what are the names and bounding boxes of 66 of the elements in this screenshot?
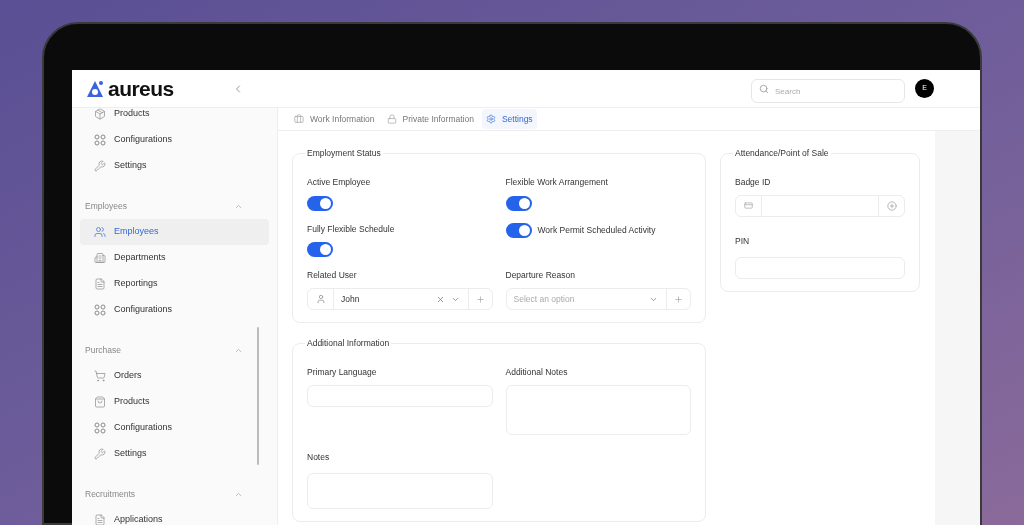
- brand-name: aureus: [108, 78, 174, 99]
- field-label: Departure Reason: [505, 269, 576, 282]
- group-title: Employees: [85, 199, 128, 213]
- document-icon: [94, 278, 106, 290]
- wrench-icon: [94, 448, 106, 460]
- sidebar-item[interactable]: Settings: [80, 441, 269, 467]
- select-field[interactable]: John: [307, 288, 493, 310]
- toggle-switch[interactable]: [307, 195, 333, 211]
- add-icon[interactable]: [674, 294, 683, 304]
- user-icon: [315, 294, 326, 304]
- group-title: Purchase: [85, 343, 121, 357]
- sidebar-item[interactable]: Employees: [80, 219, 269, 245]
- settings-icon: [485, 114, 496, 124]
- tab[interactable]: Work Information: [290, 109, 379, 129]
- field-label: PIN: [735, 235, 750, 246]
- building-icon: [94, 252, 106, 264]
- sidebar-item[interactable]: Configurations: [80, 415, 269, 441]
- add-icon[interactable]: [886, 200, 897, 211]
- field-label: Flexible Work Arrangement: [505, 175, 608, 189]
- sidebar-item[interactable]: Settings: [80, 153, 269, 179]
- box-icon: [94, 108, 106, 120]
- bag-icon: [94, 396, 106, 408]
- sidebar-item[interactable]: Applications: [80, 507, 269, 525]
- card-icon: [744, 201, 753, 210]
- sidebar-item[interactable]: Products: [80, 389, 269, 415]
- grid-icon: [94, 134, 106, 146]
- grid-icon: [94, 304, 106, 316]
- field-label: Additional Notes: [505, 365, 569, 379]
- group-title: Recruitments: [85, 487, 136, 501]
- field-label: Primary Language: [307, 365, 378, 379]
- section-title: Attendance/Point of Sale: [734, 147, 830, 160]
- wrench-icon: [94, 160, 106, 172]
- sidebar-item[interactable]: Configurations: [80, 127, 269, 153]
- field-label: Fully Flexible Schedule: [307, 222, 395, 236]
- sidebar-item[interactable]: Orders: [80, 363, 269, 389]
- lock-icon: [386, 114, 397, 124]
- search-icon: [759, 83, 769, 94]
- select-value: John: [341, 292, 360, 306]
- tab[interactable]: Settings: [481, 109, 537, 129]
- section-title: Additional Information: [306, 337, 391, 350]
- document-icon: [94, 514, 106, 525]
- input-field[interactable]: [735, 194, 905, 217]
- field-label: Badge ID: [735, 175, 772, 189]
- tab[interactable]: Private Information: [382, 109, 478, 129]
- toggle-switch[interactable]: [505, 222, 532, 238]
- grid-icon: [94, 422, 106, 434]
- logo-icon: [85, 78, 105, 99]
- scrollbar[interactable]: [257, 327, 259, 465]
- field-label: Active Employee: [307, 175, 371, 189]
- select-placeholder: Select an option: [513, 292, 575, 306]
- field-label: Notes: [307, 451, 330, 462]
- field-label: Related User: [307, 269, 358, 282]
- sidebar-item[interactable]: Departments: [80, 245, 269, 271]
- field-label: Work Permit Scheduled Activity: [537, 223, 656, 237]
- briefcase-icon: [294, 114, 304, 124]
- search-field[interactable]: Search: [751, 79, 905, 103]
- toggle-switch[interactable]: [307, 242, 333, 258]
- add-icon[interactable]: [475, 294, 485, 304]
- clear-icon[interactable]: [435, 294, 445, 304]
- users-icon: [94, 226, 106, 238]
- sidebar-item[interactable]: Reportings: [80, 271, 269, 297]
- section-title: Employment Status: [306, 147, 382, 160]
- sidebar-item[interactable]: Configurations: [80, 297, 269, 323]
- cart-icon: [94, 370, 106, 382]
- sidebar-item[interactable]: Products: [80, 108, 269, 127]
- toggle-switch[interactable]: [505, 195, 532, 211]
